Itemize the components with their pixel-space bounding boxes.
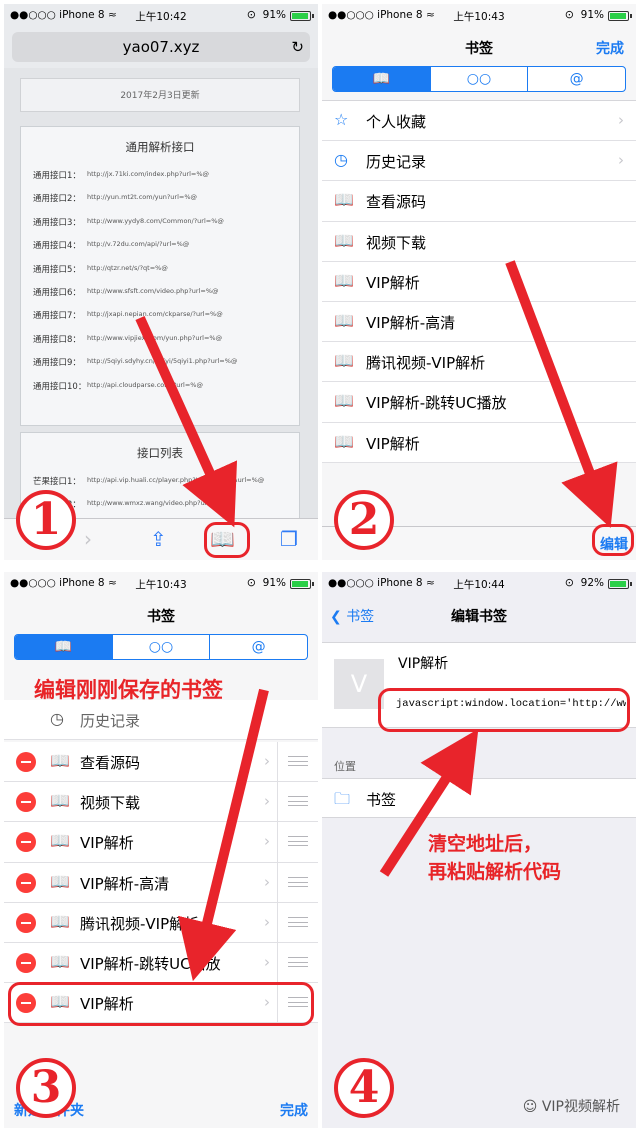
arrow-step-4 (379, 728, 479, 877)
arrow-step-2 (505, 260, 618, 529)
annotation-arrows (135, 260, 618, 982)
arrow-step-1 (135, 315, 238, 528)
arrow-step-3 (177, 688, 269, 982)
